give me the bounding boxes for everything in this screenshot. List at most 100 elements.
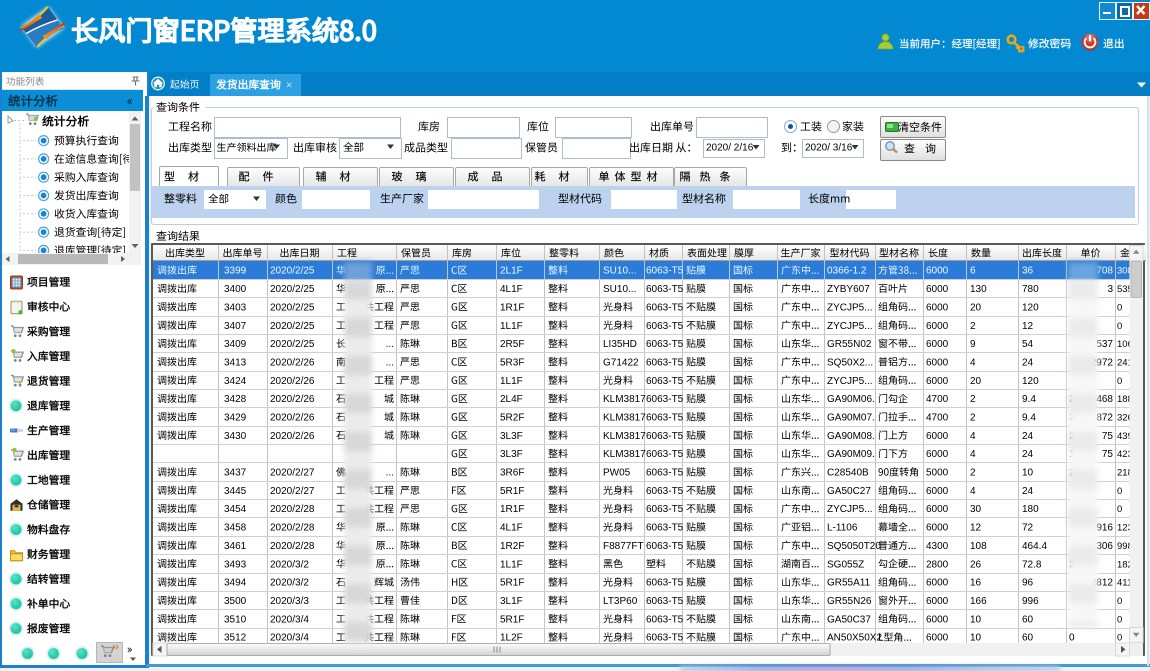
svg-text:1R2F: 1R2F — [500, 541, 524, 552]
svg-text:0: 0 — [1117, 596, 1122, 607]
svg-text:30: 30 — [970, 504, 982, 515]
svg-text:LI35HD: LI35HD — [603, 339, 637, 350]
svg-text:3413: 3413 — [224, 357, 247, 368]
svg-text:306: 306 — [1096, 541, 1113, 552]
svg-text:6063-T5: 6063-T5 — [646, 321, 684, 332]
svg-text:2020/2/25: 2020/2/25 — [270, 321, 315, 332]
svg-text:4700: 4700 — [926, 413, 949, 424]
svg-text:6063-T5: 6063-T5 — [646, 266, 684, 277]
svg-text:GR55N02: GR55N02 — [827, 339, 872, 350]
svg-text:2020/ 2/16: 2020/ 2/16 — [706, 143, 754, 154]
svg-text:2020/2/26: 2020/2/26 — [270, 376, 315, 387]
svg-text:5R3F: 5R3F — [500, 357, 524, 368]
svg-text:3400: 3400 — [224, 284, 247, 295]
svg-text:60: 60 — [1022, 614, 1034, 625]
svg-text:1L1F: 1L1F — [500, 559, 523, 570]
svg-text:...: ... — [386, 357, 394, 368]
svg-text:F8877FT: F8877FT — [603, 541, 644, 552]
svg-text:75: 75 — [1102, 449, 1114, 460]
svg-text:2800: 2800 — [926, 559, 949, 570]
svg-text:6063-T5: 6063-T5 — [646, 284, 684, 295]
svg-text:6063-T5: 6063-T5 — [646, 578, 684, 589]
svg-text:6000: 6000 — [926, 321, 949, 332]
svg-text:75: 75 — [1102, 431, 1114, 442]
svg-text:C28540B: C28540B — [827, 468, 869, 479]
svg-text:2020/2/27: 2020/2/27 — [270, 486, 315, 497]
svg-text:120: 120 — [1022, 302, 1039, 313]
svg-text:2020/2/26: 2020/2/26 — [270, 357, 315, 368]
svg-text:2020/2/25: 2020/2/25 — [270, 284, 315, 295]
svg-text:166: 166 — [970, 596, 987, 607]
svg-text:6000: 6000 — [926, 523, 949, 534]
svg-text:4L1F: 4L1F — [500, 284, 523, 295]
svg-text:ZYBY607: ZYBY607 — [827, 284, 870, 295]
svg-text:ZYCJP5...: ZYCJP5... — [827, 302, 873, 313]
svg-text:6063-T5: 6063-T5 — [646, 413, 684, 424]
svg-text:6000: 6000 — [926, 266, 949, 277]
svg-text:3424: 3424 — [224, 376, 247, 387]
svg-text:GA90M07.: GA90M07. — [827, 413, 875, 424]
svg-text:5R1F: 5R1F — [500, 486, 524, 497]
svg-text:GR55N26: GR55N26 — [827, 596, 872, 607]
svg-text:6000: 6000 — [926, 633, 949, 644]
svg-text:0: 0 — [1117, 376, 1122, 387]
svg-text:PW05: PW05 — [603, 468, 631, 479]
svg-text:10: 10 — [970, 633, 982, 644]
svg-text:26: 26 — [970, 559, 982, 570]
svg-text:2: 2 — [970, 413, 976, 424]
svg-text:GA50C27: GA50C27 — [827, 486, 871, 497]
svg-text:6000: 6000 — [926, 486, 949, 497]
svg-text:2020/2/25: 2020/2/25 — [270, 339, 315, 350]
svg-text:4L1F: 4L1F — [500, 523, 523, 534]
svg-text:130: 130 — [970, 284, 987, 295]
svg-text:1R1F: 1R1F — [500, 504, 524, 515]
svg-text:3500: 3500 — [224, 596, 247, 607]
svg-text:4: 4 — [970, 449, 976, 460]
svg-text:0: 0 — [1117, 633, 1122, 644]
svg-text:6000: 6000 — [926, 596, 949, 607]
svg-text:6000: 6000 — [926, 376, 949, 387]
svg-text:2020/2/28: 2020/2/28 — [270, 504, 315, 515]
svg-text:2020/3/4: 2020/3/4 — [270, 614, 309, 625]
svg-text:780: 780 — [1022, 284, 1039, 295]
svg-text:5000: 5000 — [926, 468, 949, 479]
svg-text:3403: 3403 — [224, 302, 247, 313]
svg-text:4: 4 — [970, 486, 976, 497]
svg-text:3L3F: 3L3F — [500, 449, 523, 460]
svg-text:KLM3817: KLM3817 — [603, 394, 646, 405]
svg-text:ZYCJP5...: ZYCJP5... — [827, 321, 873, 332]
svg-text:2020/ 3/16: 2020/ 3/16 — [805, 143, 853, 154]
svg-text:4: 4 — [970, 431, 976, 442]
svg-text:3493: 3493 — [224, 559, 247, 570]
svg-text:6000: 6000 — [926, 504, 949, 515]
svg-text:3L1F: 3L1F — [500, 596, 523, 607]
svg-text:20: 20 — [970, 376, 982, 387]
svg-text:24: 24 — [1022, 486, 1034, 497]
svg-text:6063-T5: 6063-T5 — [646, 339, 684, 350]
svg-text:6000: 6000 — [926, 431, 949, 442]
svg-text:6: 6 — [970, 266, 976, 277]
svg-text:SQ5050T20: SQ5050T20 — [827, 541, 881, 552]
svg-text:6063-T5: 6063-T5 — [646, 449, 684, 460]
svg-text:12: 12 — [970, 523, 982, 534]
svg-text:GA50C37: GA50C37 — [827, 614, 871, 625]
svg-text:9.4: 9.4 — [1022, 413, 1036, 424]
svg-text:SU10...: SU10... — [603, 284, 636, 295]
svg-text:G71422: G71422 — [603, 357, 639, 368]
svg-text:6000: 6000 — [926, 302, 949, 313]
svg-text:3: 3 — [1107, 284, 1113, 295]
svg-text:996: 996 — [1022, 596, 1039, 607]
svg-text:0: 0 — [1069, 633, 1075, 644]
svg-text:2020/2/26: 2020/2/26 — [270, 394, 315, 405]
svg-text:6063-T5: 6063-T5 — [646, 633, 684, 644]
svg-text:2: 2 — [970, 468, 976, 479]
svg-text:3461: 3461 — [224, 541, 247, 552]
svg-text:2020/2/25: 2020/2/25 — [270, 302, 315, 313]
svg-text:3510: 3510 — [224, 614, 247, 625]
svg-text:1R1F: 1R1F — [500, 302, 524, 313]
svg-text:2020/3/2: 2020/3/2 — [270, 559, 309, 570]
svg-text:0: 0 — [1117, 614, 1122, 625]
svg-text:3409: 3409 — [224, 339, 247, 350]
svg-text:72.8: 72.8 — [1022, 559, 1042, 570]
svg-text:GR55A11: GR55A11 — [827, 578, 871, 589]
